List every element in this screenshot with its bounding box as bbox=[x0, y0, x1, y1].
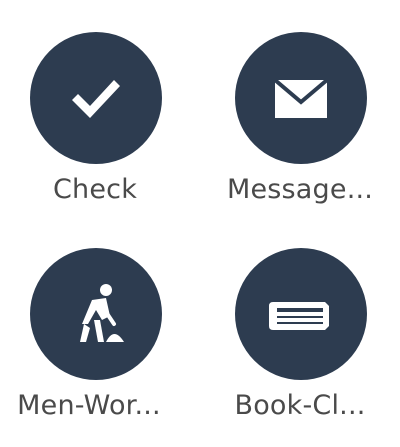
envelope-icon bbox=[273, 78, 329, 118]
book-closed-icon bbox=[269, 302, 329, 330]
icon-label: Men-Wor... bbox=[17, 390, 161, 421]
check-icon bbox=[72, 80, 120, 118]
icon-circle bbox=[235, 32, 367, 164]
icon-tile-book-closed[interactable]: Book-Cl... bbox=[205, 240, 395, 447]
icon-tile-message[interactable]: Message... bbox=[205, 24, 395, 234]
icon-circle bbox=[30, 248, 162, 380]
icon-label: Check bbox=[52, 174, 138, 205]
icon-grid: Check Message... Men-Wor... Book-Cl... bbox=[0, 0, 400, 447]
icon-circle bbox=[235, 248, 367, 380]
icon-tile-men-working[interactable]: Men-Wor... bbox=[0, 240, 190, 447]
men-working-icon bbox=[80, 284, 124, 342]
icon-label: Book-Cl... bbox=[234, 390, 366, 421]
icon-label: Message... bbox=[226, 174, 374, 205]
icon-circle bbox=[30, 32, 162, 164]
icon-tile-check[interactable]: Check bbox=[0, 24, 190, 234]
